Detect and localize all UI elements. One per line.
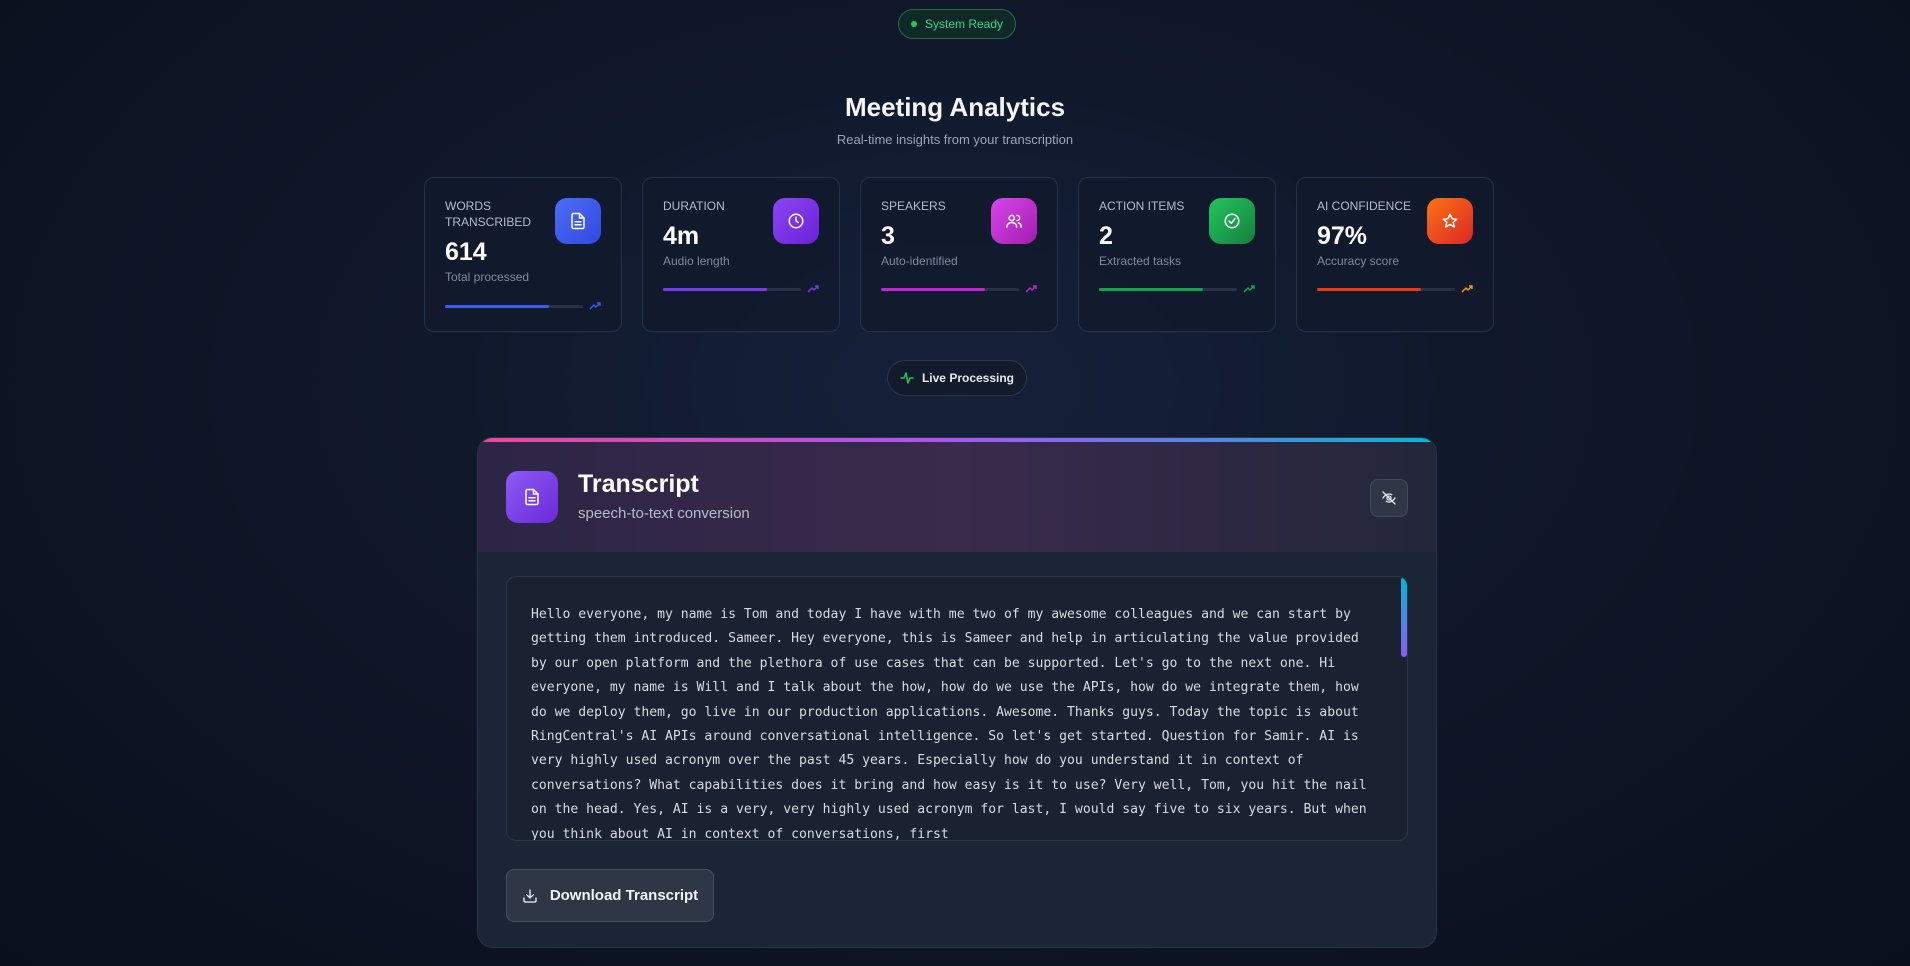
transcript-subtitle: speech-to-text conversion (578, 505, 750, 522)
transcript-card: Transcript speech-to-text conversion Hel… (477, 437, 1437, 948)
download-transcript-button[interactable]: Download Transcript (506, 869, 714, 922)
stat-label: WORDS TRANSCRIBED (445, 199, 532, 229)
stat-progress-bar (663, 288, 801, 291)
stat-card-ai-confidence: AI CONFIDENCE 97% Accuracy score (1296, 177, 1494, 332)
stat-label: DURATION (663, 199, 725, 213)
trend-up-icon (1243, 285, 1255, 293)
download-label: Download Transcript (549, 887, 699, 904)
download-icon (523, 888, 537, 903)
trend-up-icon (1025, 285, 1037, 293)
star-icon (1427, 198, 1473, 244)
stats-row: WORDS TRANSCRIBED 614 Total processed DU… (424, 177, 1494, 332)
stat-subtext: Audio length (663, 254, 730, 268)
transcript-text-area[interactable]: Hello everyone, my name is Tom and today… (506, 576, 1408, 841)
trend-up-icon (589, 302, 601, 310)
check-circle-icon (1209, 198, 1255, 244)
stat-progress-bar (445, 305, 583, 308)
clock-icon (773, 198, 819, 244)
status-label: System Ready (924, 17, 1004, 31)
stat-card-action-items: ACTION ITEMS 2 Extracted tasks (1078, 177, 1276, 332)
document-icon (506, 471, 558, 523)
trend-up-icon (1461, 285, 1473, 293)
stat-label: ACTION ITEMS (1099, 199, 1185, 213)
stat-progress-bar (881, 288, 1019, 291)
live-processing-badge: Live Processing (887, 360, 1027, 396)
trend-up-icon (807, 285, 819, 293)
stat-card-speakers: SPEAKERS 3 Auto-identified (860, 177, 1058, 332)
stat-subtext: Total processed (445, 270, 530, 284)
activity-icon (900, 372, 914, 384)
stat-label: SPEAKERS (881, 199, 946, 213)
stat-card-duration: DURATION 4m Audio length (642, 177, 840, 332)
eye-off-icon (1382, 491, 1396, 505)
stat-subtext: Extracted tasks (1099, 254, 1182, 268)
hide-transcript-button[interactable] (1370, 479, 1408, 517)
transcript-header: Transcript speech-to-text conversion (478, 442, 1436, 552)
stat-label: AI CONFIDENCE (1317, 199, 1412, 213)
system-status-badge: System Ready (898, 9, 1016, 39)
scrollbar-thumb[interactable] (1401, 577, 1407, 657)
page-subtitle: Real-time insights from your transcripti… (836, 132, 1074, 147)
stat-subtext: Accuracy score (1317, 254, 1400, 268)
stat-progress-bar (1099, 288, 1237, 291)
users-icon (991, 198, 1037, 244)
page-title: Meeting Analytics (844, 92, 1066, 122)
live-processing-label: Live Processing (921, 371, 1015, 385)
transcript-text: Hello everyone, my name is Tom and today… (531, 607, 1367, 841)
transcript-title: Transcript (578, 470, 699, 498)
document-icon (555, 198, 601, 244)
status-dot-icon (910, 21, 917, 27)
stat-subtext: Auto-identified (881, 254, 958, 268)
stat-progress-bar (1317, 288, 1455, 291)
stat-card-words: WORDS TRANSCRIBED 614 Total processed (424, 177, 622, 332)
